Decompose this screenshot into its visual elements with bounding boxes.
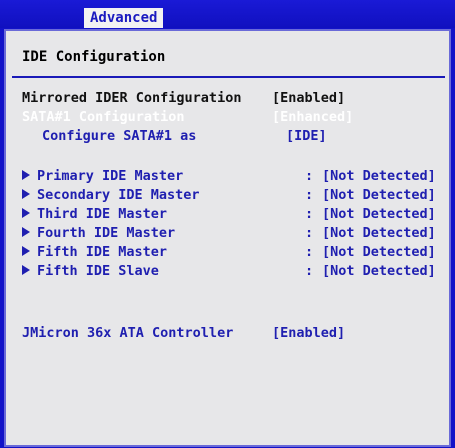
page-title: IDE Configuration xyxy=(22,49,166,65)
submenu-label: Fifth IDE Slave xyxy=(37,263,159,279)
submenu-secondary-ide-master[interactable]: Secondary IDE Master : [Not Detected] xyxy=(6,186,449,205)
setting-label: SATA#1 Configuration xyxy=(22,109,185,125)
submenu-arrow-icon xyxy=(22,246,30,256)
submenu-label: Third IDE Master xyxy=(37,206,168,222)
tab-advanced[interactable]: Advanced xyxy=(84,8,164,28)
setting-value: [Enabled] xyxy=(272,90,346,106)
setting-configure-sata1-as[interactable]: Configure SATA#1 as [IDE] xyxy=(6,127,449,146)
submenu-third-ide-master[interactable]: Third IDE Master : [Not Detected] xyxy=(6,205,449,224)
setting-jmicron-controller[interactable]: JMicron 36x ATA Controller [Enabled] xyxy=(6,324,449,343)
submenu-label: Primary IDE Master xyxy=(37,168,184,184)
separator-colon: : xyxy=(305,263,314,279)
separator-colon: : xyxy=(305,225,314,241)
setting-label: Mirrored IDER Configuration xyxy=(22,90,242,106)
submenu-arrow-icon xyxy=(22,227,30,237)
setting-value: [Enhanced] xyxy=(272,109,354,125)
submenu-label: Fourth IDE Master xyxy=(37,225,176,241)
submenu-fourth-ide-master[interactable]: Fourth IDE Master : [Not Detected] xyxy=(6,224,449,243)
separator-colon: : xyxy=(305,244,314,260)
detection-status: [Not Detected] xyxy=(322,168,436,184)
submenu-arrow-icon xyxy=(22,189,30,199)
detection-status: [Not Detected] xyxy=(322,206,436,222)
title-divider xyxy=(12,76,445,78)
setting-value: [Enabled] xyxy=(272,325,346,341)
bios-menu-bar: Advanced xyxy=(0,0,455,28)
submenu-fifth-ide-slave[interactable]: Fifth IDE Slave : [Not Detected] xyxy=(6,262,449,281)
detection-status: [Not Detected] xyxy=(322,244,436,260)
separator-colon: : xyxy=(305,168,314,184)
separator-colon: : xyxy=(305,187,314,203)
submenu-arrow-icon xyxy=(22,265,30,275)
submenu-arrow-icon xyxy=(22,170,30,180)
setting-value: [IDE] xyxy=(286,128,327,144)
setting-mirrored-ider[interactable]: Mirrored IDER Configuration [Enabled] xyxy=(6,89,449,108)
submenu-fifth-ide-master[interactable]: Fifth IDE Master : [Not Detected] xyxy=(6,243,449,262)
detection-status: [Not Detected] xyxy=(322,225,436,241)
submenu-label: Fifth IDE Master xyxy=(37,244,168,260)
separator-colon: : xyxy=(305,206,314,222)
setting-sata1-configuration[interactable]: SATA#1 Configuration [Enhanced] xyxy=(6,108,449,127)
detection-status: [Not Detected] xyxy=(322,187,436,203)
setting-label: Configure SATA#1 as xyxy=(42,128,197,144)
submenu-label: Secondary IDE Master xyxy=(37,187,200,203)
setting-label: JMicron 36x ATA Controller xyxy=(22,325,234,341)
submenu-primary-ide-master[interactable]: Primary IDE Master : [Not Detected] xyxy=(6,167,449,186)
detection-status: [Not Detected] xyxy=(322,263,436,279)
submenu-arrow-icon xyxy=(22,208,30,218)
ide-configuration-panel: IDE Configuration Mirrored IDER Configur… xyxy=(4,29,451,447)
